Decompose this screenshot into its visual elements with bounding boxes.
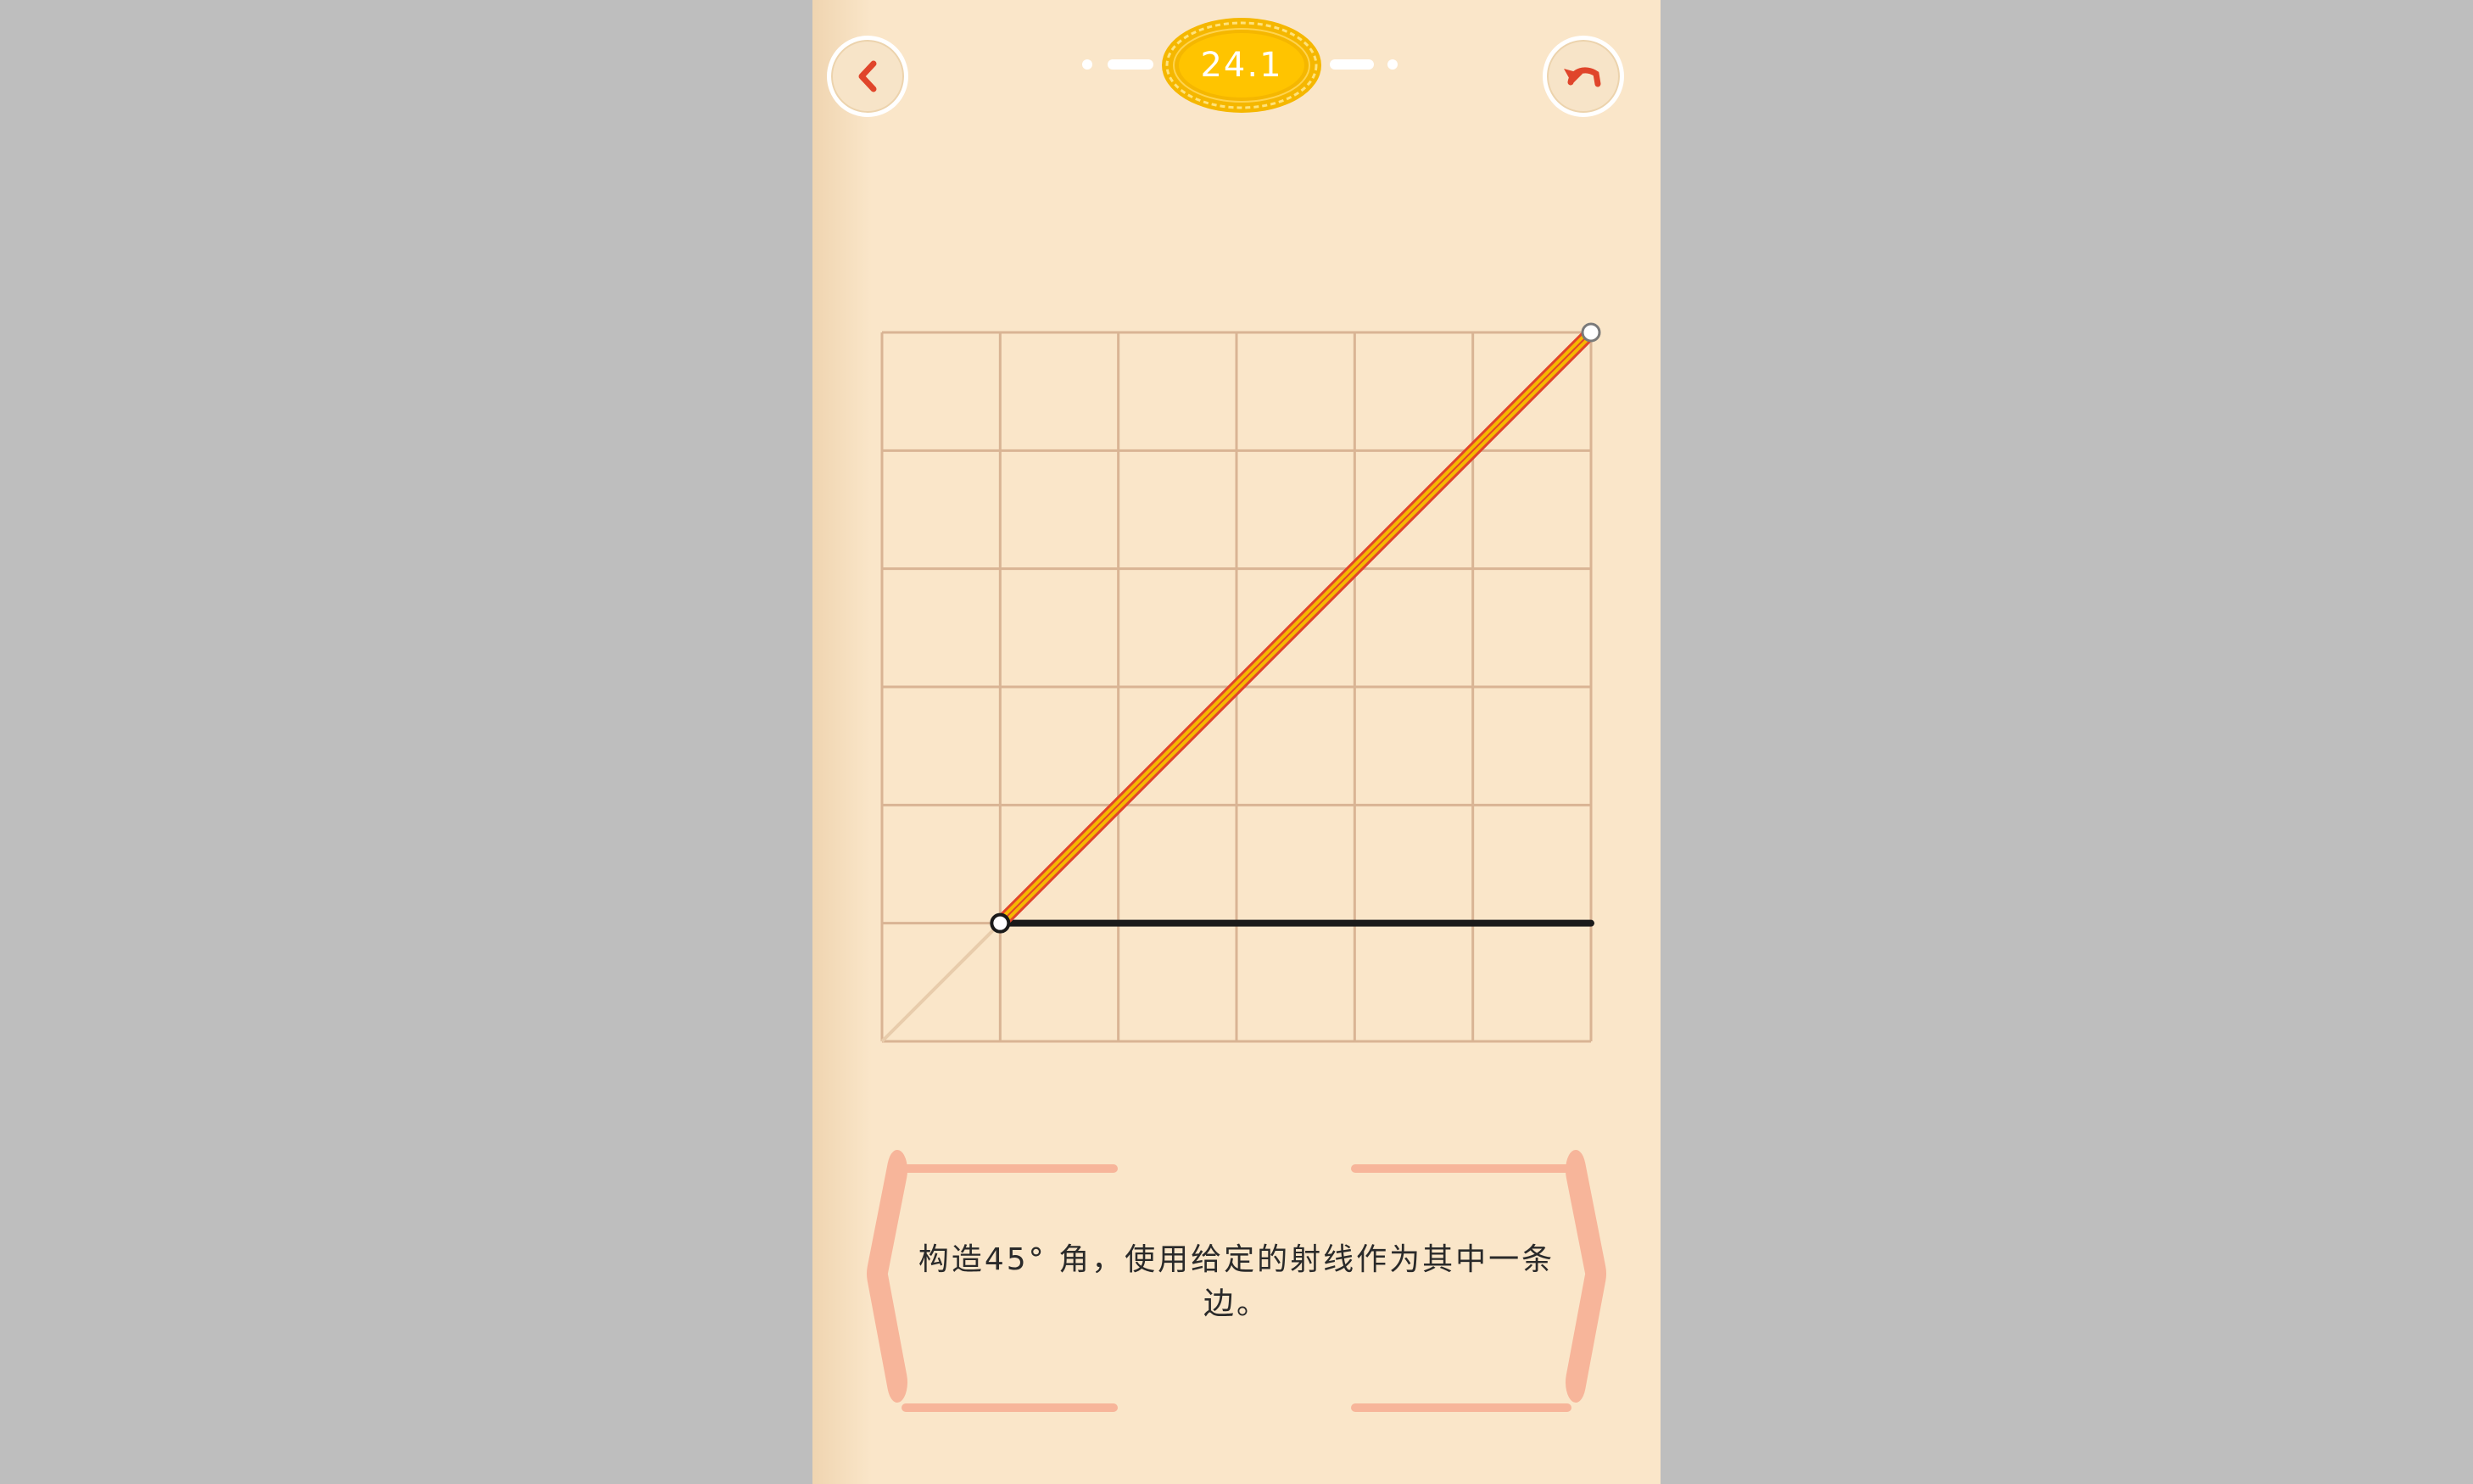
undo-button[interactable]	[1543, 36, 1624, 117]
ray-origin-point[interactable]	[990, 912, 1011, 934]
level-number: 24.1	[1200, 46, 1283, 85]
level-dash-right	[1330, 59, 1374, 70]
instruction-text: 构造45° 角，使用给定的射线作为其中一条边。	[918, 1242, 1555, 1321]
segment-centerline	[999, 332, 1592, 924]
guide-line	[880, 922, 1002, 1043]
level-dash-left	[1108, 59, 1153, 70]
level-indicator: 24.1	[1082, 15, 1398, 117]
geometry-board[interactable]	[872, 322, 1601, 1052]
segment-end-point[interactable]	[1581, 322, 1601, 343]
drawn-segment[interactable]	[995, 327, 1596, 929]
instruction-panel: 构造45° 角，使用给定的射线作为其中一条边。	[812, 1136, 1661, 1433]
game-screen: 24.1 构造45° 角，使用给定的射线作为其中一条边。	[812, 0, 1661, 1484]
back-button[interactable]	[827, 36, 908, 117]
chevron-left-icon	[858, 60, 877, 92]
level-dash-left-dot	[1082, 59, 1092, 70]
level-dash-right-dot	[1387, 59, 1398, 70]
undo-arrow-icon	[1564, 67, 1601, 87]
